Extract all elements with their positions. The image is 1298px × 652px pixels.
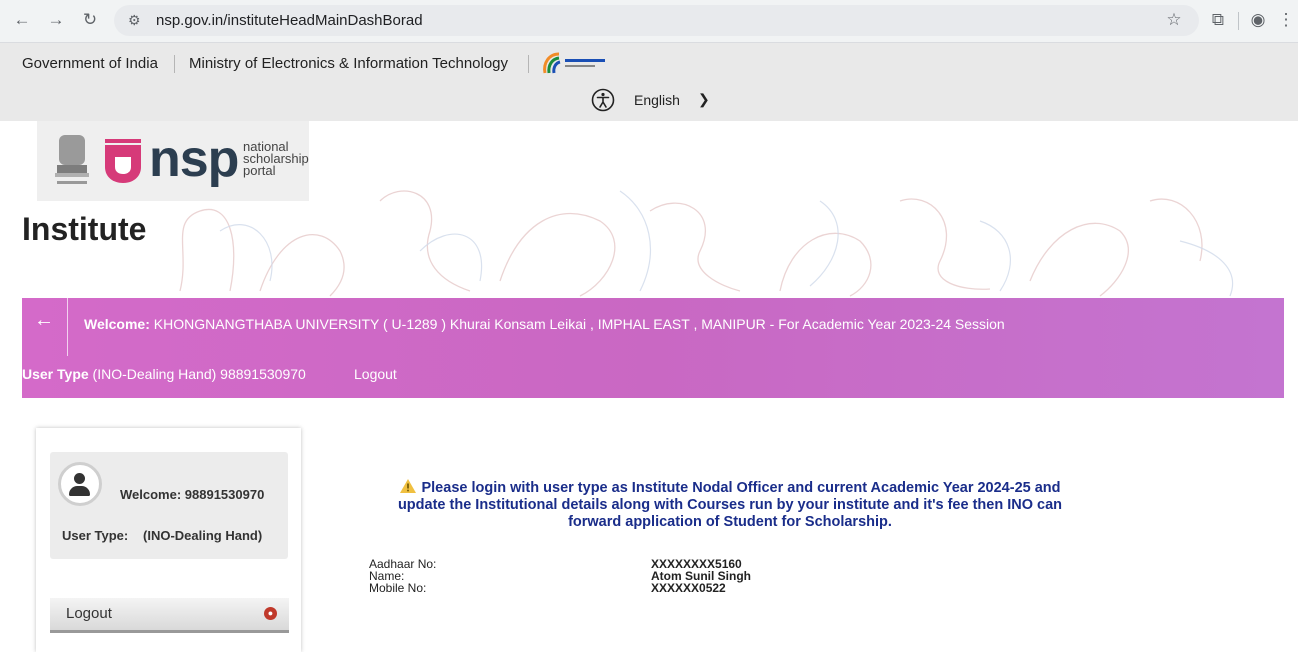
chevron-down-icon[interactable]: ❯ [698,91,710,108]
extensions-icon[interactable]: ⧉ [1206,8,1230,32]
back-arrow-icon[interactable]: ← [34,309,54,332]
profile-icon[interactable]: ◉ [1246,8,1270,32]
digital-india-logo[interactable] [541,51,621,77]
welcome-bar: ← Welcome: KHONGNANGTHABA UNIVERSITY ( U… [22,298,1284,398]
url-text[interactable]: nsp.gov.in/instituteHeadMainDashBorad [156,12,423,29]
welcome-divider [67,298,68,356]
gov-divider [174,55,175,73]
menu-icon[interactable]: ⋮ [1274,8,1298,32]
power-icon: ● [264,607,277,620]
mobile-value: XXXXXX0522 [651,581,726,595]
profile-box: Welcome: 98891530970 User Type: (INO-Dea… [50,452,288,559]
user-type-info: User Type (INO-Dealing Hand) 98891530970 [22,366,306,382]
nsp-tagline: national scholarship portal [243,139,309,178]
welcome-info: Welcome: KHONGNANGTHABA UNIVERSITY ( U-1… [84,316,1005,332]
sidebar-user-type-label: User Type: [62,528,129,543]
language-select[interactable]: English [634,92,680,108]
page-title: Institute [22,211,147,247]
back-icon[interactable]: ← [10,8,34,32]
warning-icon [400,479,417,493]
header-logout-link[interactable]: Logout [354,366,397,382]
nsp-wordmark: nsp [149,130,239,188]
sidebar-card: Welcome: 98891530970 User Type: (INO-Dea… [36,428,301,652]
address-bar[interactable]: ⚙ nsp.gov.in/instituteHeadMainDashBorad [114,5,1199,36]
browser-toolbar: ← → ↻ ⚙ nsp.gov.in/instituteHeadMainDash… [0,0,1298,43]
site-settings-icon[interactable]: ⚙ [128,12,141,29]
portal-header: nsp national scholarship portal Institut… [0,121,1298,298]
national-emblem-icon [55,135,89,184]
sidebar-logout-button[interactable]: Logout ● [50,598,289,633]
accessibility-icon[interactable] [591,88,615,112]
sidebar-user-type-value: (INO-Dealing Hand) [143,528,263,543]
gov-of-india-link[interactable]: Government of India [22,55,158,72]
nsp-mark-icon [105,139,141,183]
nsp-logo[interactable]: nsp national scholarship portal [37,121,309,201]
gov-strip: Government of India Ministry of Electron… [0,43,1298,121]
logout-label: Logout [66,605,112,622]
ministry-link[interactable]: Ministry of Electronics & Information Te… [189,55,508,72]
toolbar-divider [1238,12,1239,30]
institute-notice: Please login with user type as Institute… [380,478,1080,531]
details-labels: Aadhaar No: Name: Mobile No: [369,558,436,594]
notice-line-1: Please login with user type as Institute… [380,478,1080,497]
sidebar-welcome: Welcome: 98891530970 [120,487,265,502]
reload-icon[interactable]: ↻ [78,8,102,32]
details-values: XXXXXXXX5160 Atom Sunil Singh XXXXXX0522 [651,558,751,594]
notice-line-2: update the Institutional details along w… [397,497,1063,513]
forward-icon[interactable]: → [44,8,68,32]
star-icon[interactable]: ☆ [1162,8,1186,32]
notice-line-3: forward application of Student for Schol… [568,514,892,530]
gov-divider [528,55,529,73]
mobile-label: Mobile No: [369,581,427,595]
avatar-icon [58,462,102,506]
